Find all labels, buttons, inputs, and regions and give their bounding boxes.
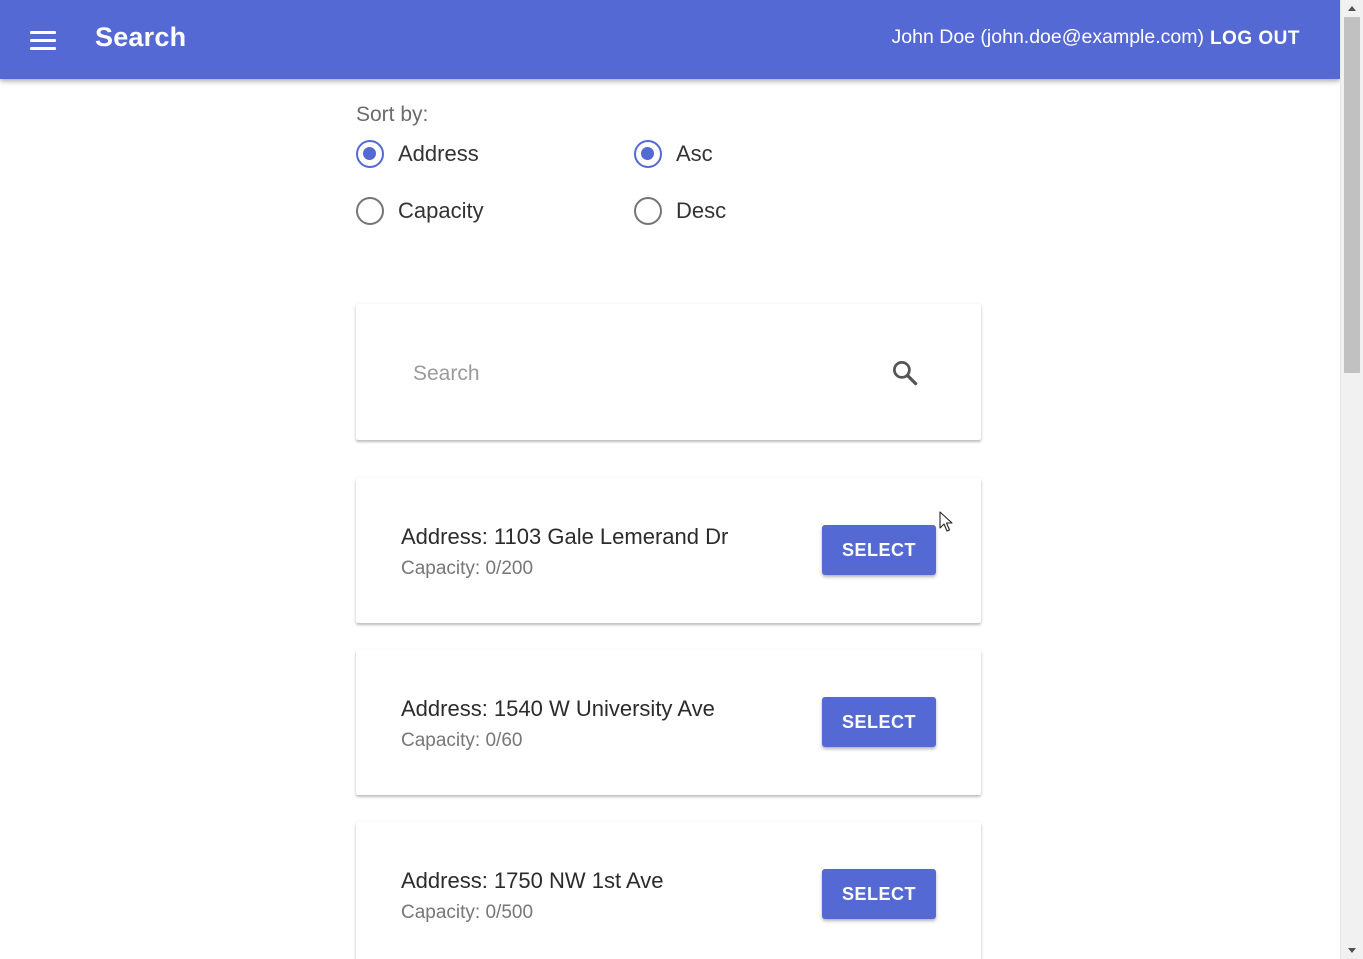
order-desc-radio[interactable]: Desc [634,197,726,225]
hamburger-menu-icon[interactable] [22,19,64,61]
result-card: Address: 1750 NW 1st Ave Capacity: 0/500… [356,822,981,959]
search-input[interactable] [413,357,853,391]
logout-button[interactable]: LOG OUT [1210,28,1300,50]
result-card: Address: 1540 W University Ave Capacity:… [356,650,981,795]
sort-address-label: Address [398,141,479,166]
sort-capacity-radio[interactable]: Capacity [356,197,484,225]
result-capacity: Capacity: 0/200 [401,558,534,579]
order-asc-label: Asc [676,141,713,166]
page-title: Search [95,22,187,52]
order-desc-label: Desc [676,198,727,223]
result-address: Address: 1103 Gale Lemerand Dr [401,524,729,549]
sort-capacity-label: Capacity [398,198,484,223]
scrollbar-thumb[interactable] [1344,17,1360,373]
scroll-down-arrow-icon[interactable] [1341,942,1363,959]
search-card [356,304,981,440]
sort-address-radio[interactable]: Address [356,140,479,168]
sort-label: Sort by: [356,103,429,126]
order-asc-radio[interactable]: Asc [634,140,713,168]
result-capacity: Capacity: 0/60 [401,730,523,751]
result-card: Address: 1103 Gale Lemerand Dr Capacity:… [356,478,981,623]
search-icon[interactable] [890,358,920,388]
page-viewport: Search John Doe (john.doe@example.com) L… [0,0,1340,959]
result-capacity: Capacity: 0/500 [401,902,534,923]
select-button[interactable]: SELECT [822,869,936,919]
radio-unchecked-icon [634,197,662,225]
select-button[interactable]: SELECT [822,697,936,747]
mouse-pointer-icon [939,511,953,532]
user-info: John Doe (john.doe@example.com) [891,26,1204,48]
radio-checked-icon [356,140,384,168]
app-bar: Search John Doe (john.doe@example.com) L… [0,0,1340,79]
scroll-up-arrow-icon[interactable] [1341,0,1363,17]
vertical-scrollbar[interactable] [1340,0,1363,959]
result-address: Address: 1540 W University Ave [401,696,715,721]
result-address: Address: 1750 NW 1st Ave [401,868,664,893]
select-button[interactable]: SELECT [822,525,936,575]
radio-unchecked-icon [356,197,384,225]
radio-checked-icon [634,140,662,168]
